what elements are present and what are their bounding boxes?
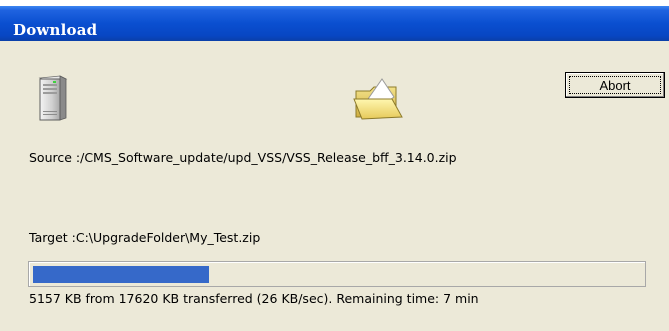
abort-button[interactable]: Abort: [565, 72, 665, 98]
target-path-label: Target :C:\UpgradeFolder\My_Test.zip: [29, 230, 261, 245]
abort-button-label: Abort: [599, 77, 631, 93]
download-dialog: Download Abort Source:/CMS_Software_upd…: [0, 0, 669, 331]
title-bar[interactable]: Download: [0, 6, 669, 41]
source-path-label: Source :/CMS_Software_update/upd_VSS/VSS…: [29, 150, 457, 165]
download-progress-bar: [28, 261, 646, 287]
transfer-status-label: 5157 KB from 17620 KB transferred (26 KB…: [29, 291, 479, 306]
window-title: Download: [13, 21, 98, 39]
folder-icon: [352, 77, 406, 122]
progress-fill: [33, 266, 209, 283]
server-icon: [36, 75, 68, 121]
